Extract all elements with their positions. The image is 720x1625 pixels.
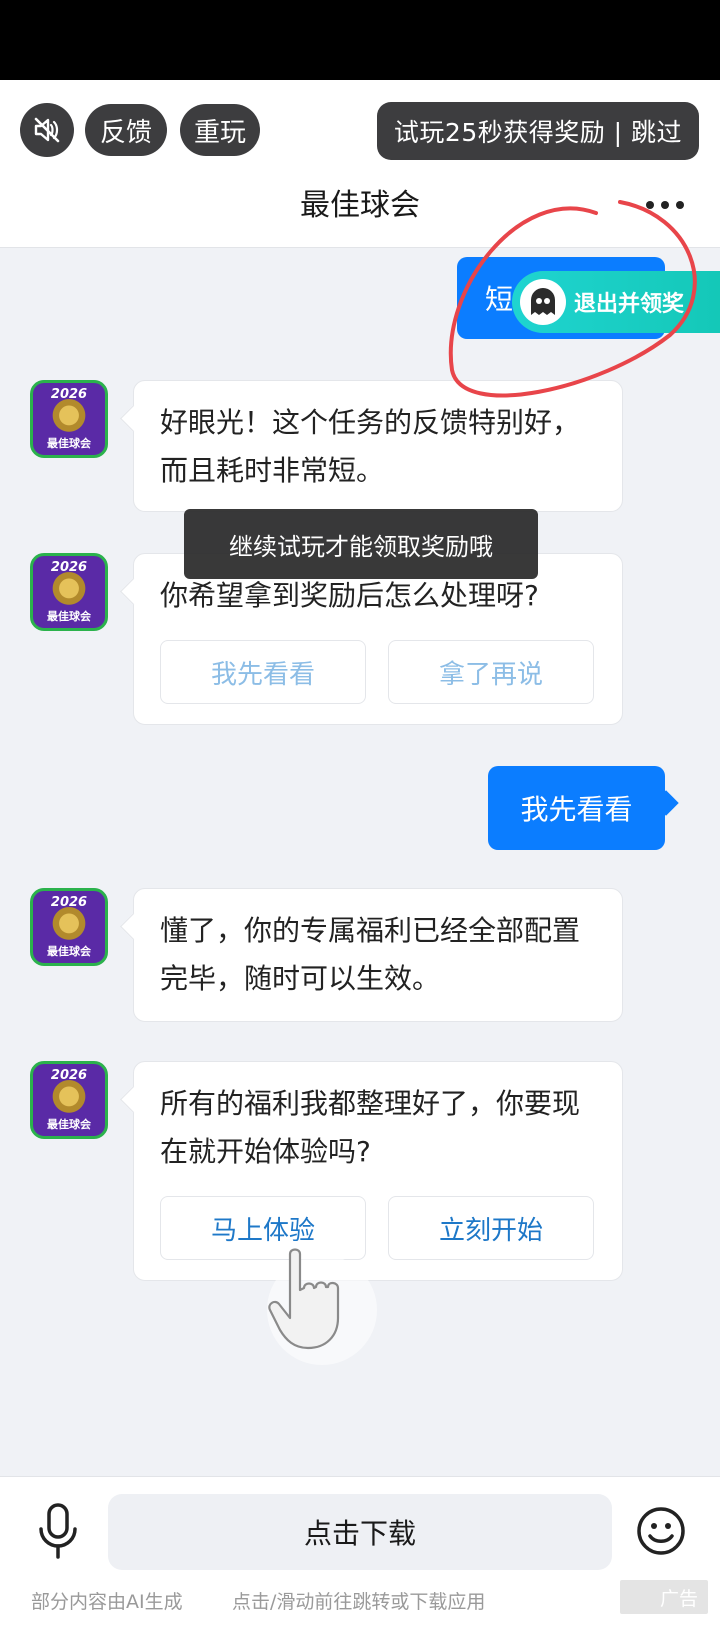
bot-message-bubble: 懂了，你的专属福利已经全部配置完毕，随时可以生效。 bbox=[133, 888, 623, 1022]
jump-download-note: 点击/滑动前往跳转或下载应用 bbox=[232, 1591, 486, 1613]
exit-and-claim-label: 退出并领奖 bbox=[574, 292, 685, 317]
ghost-icon bbox=[520, 279, 566, 325]
user-reply-bubble: 我先看看 bbox=[488, 766, 665, 850]
ad-badge: 广告 bbox=[620, 1580, 708, 1614]
user-reply-text: 短 bbox=[485, 283, 514, 316]
choice-button[interactable]: 我先看看 bbox=[160, 640, 366, 704]
page-title: 最佳球会 bbox=[300, 188, 420, 223]
message-text: 懂了，你的专属福利已经全部配置完毕，随时可以生效。 bbox=[160, 914, 581, 995]
speaker-muted-icon bbox=[34, 117, 60, 143]
choice-button[interactable]: 拿了再说 bbox=[388, 640, 594, 704]
toast-message: 继续试玩才能领取奖励哦 bbox=[184, 509, 538, 579]
bot-avatar: 2026 最佳球会 bbox=[30, 888, 108, 966]
microphone-icon[interactable] bbox=[36, 1503, 80, 1559]
reward-timer-skip-button[interactable]: 试玩25秒获得奖励 | 跳过 bbox=[377, 102, 699, 160]
more-options-icon[interactable] bbox=[646, 200, 684, 210]
mute-button[interactable] bbox=[20, 103, 74, 157]
emoji-icon[interactable] bbox=[636, 1506, 686, 1556]
status-bar bbox=[0, 0, 720, 80]
user-reply-text: 我先看看 bbox=[520, 793, 633, 826]
bot-avatar: 2026 最佳球会 bbox=[30, 553, 108, 631]
replay-button[interactable]: 重玩 bbox=[180, 104, 260, 156]
bot-message-bubble: 好眼光！这个任务的反馈特别好，而且耗时非常短。 bbox=[133, 380, 623, 512]
ai-generated-note: 部分内容由AI生成 bbox=[31, 1591, 183, 1613]
message-text: 所有的福利我都整理好了，你要现在就开始体验吗? bbox=[160, 1087, 581, 1168]
ad-label: 广告 bbox=[659, 1587, 698, 1610]
pointing-hand-icon bbox=[267, 1248, 377, 1365]
download-button[interactable]: 点击下载 bbox=[108, 1494, 612, 1570]
feedback-button[interactable]: 反馈 bbox=[85, 104, 167, 156]
bot-avatar: 2026 最佳球会 bbox=[30, 1061, 108, 1139]
message-text: 好眼光！这个任务的反馈特别好，而且耗时非常短。 bbox=[160, 406, 581, 487]
choice-button[interactable]: 立刻开始 bbox=[388, 1196, 594, 1260]
message-text: 你希望拿到奖励后怎么处理呀? bbox=[160, 579, 539, 612]
exit-and-claim-button[interactable]: 退出并领奖 bbox=[512, 271, 720, 333]
bot-avatar: 2026 最佳球会 bbox=[30, 380, 108, 458]
